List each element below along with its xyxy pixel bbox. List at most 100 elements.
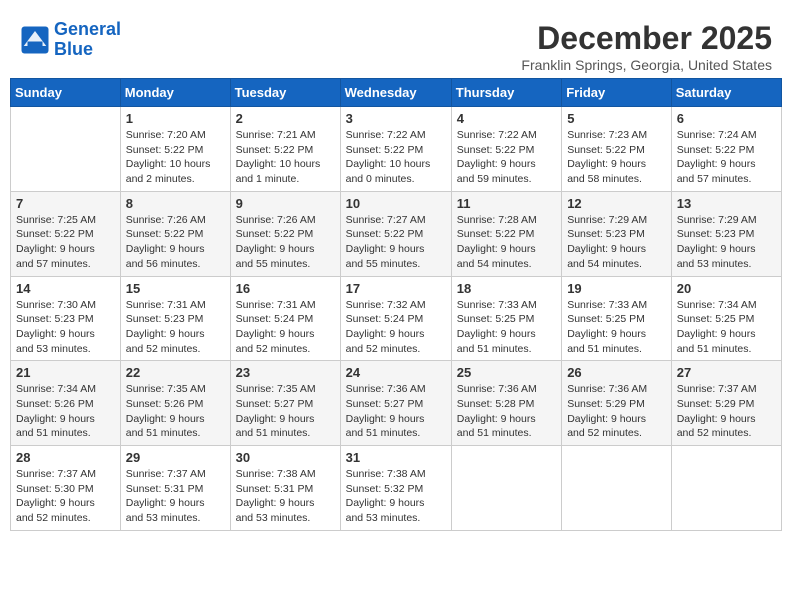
col-header-saturday: Saturday <box>671 79 781 107</box>
day-info: Sunrise: 7:27 AM Sunset: 5:22 PM Dayligh… <box>346 213 446 272</box>
day-cell: 16 Sunrise: 7:31 AM Sunset: 5:24 PM Dayli… <box>230 276 340 361</box>
day-number: 21 <box>16 365 115 380</box>
day-cell: 31 Sunrise: 7:38 AM Sunset: 5:32 PM Dayli… <box>340 446 451 531</box>
day-number: 6 <box>677 111 776 126</box>
title-block: December 2025 Franklin Springs, Georgia,… <box>521 20 772 73</box>
day-cell: 24Sunrise: 7:36 AM Sunset: 5:27 PM Dayli… <box>340 361 451 446</box>
day-number: 16 <box>236 281 335 296</box>
day-number: 4 <box>457 111 556 126</box>
day-info: Sunrise: 7:36 AM Sunset: 5:27 PM Dayligh… <box>346 382 446 441</box>
day-info: Sunrise: 7:38 AM Sunset: 5:32 PM Dayligh… <box>346 467 446 526</box>
day-number: 23 <box>236 365 335 380</box>
day-number: 29 <box>126 450 225 465</box>
day-info: Sunrise: 7:21 AM Sunset: 5:22 PM Dayligh… <box>236 128 335 187</box>
day-cell: 27 Sunrise: 7:37 AM Sunset: 5:29 PM Dayli… <box>671 361 781 446</box>
day-number: 31 <box>346 450 446 465</box>
day-cell: 5 Sunrise: 7:23 AM Sunset: 5:22 PM Daylig… <box>562 107 672 192</box>
day-info: Sunrise: 7:20 AM Sunset: 5:22 PM Dayligh… <box>126 128 225 187</box>
day-info: Sunrise: 7:37 AM Sunset: 5:30 PM Dayligh… <box>16 467 115 526</box>
week-row-5: 28Sunrise: 7:37 AM Sunset: 5:30 PM Dayli… <box>11 446 782 531</box>
calendar-table: SundayMondayTuesdayWednesdayThursdayFrid… <box>10 78 782 531</box>
day-cell: 23Sunrise: 7:35 AM Sunset: 5:27 PM Dayli… <box>230 361 340 446</box>
col-header-sunday: Sunday <box>11 79 121 107</box>
day-number: 2 <box>236 111 335 126</box>
day-cell: 11Sunrise: 7:28 AM Sunset: 5:22 PM Dayli… <box>451 191 561 276</box>
day-cell: 19Sunrise: 7:33 AM Sunset: 5:25 PM Dayli… <box>562 276 672 361</box>
week-row-4: 21 Sunrise: 7:34 AM Sunset: 5:26 PM Dayli… <box>11 361 782 446</box>
day-info: Sunrise: 7:32 AM Sunset: 5:24 PM Dayligh… <box>346 298 446 357</box>
day-cell: 25 Sunrise: 7:36 AM Sunset: 5:28 PM Dayli… <box>451 361 561 446</box>
day-cell: 2 Sunrise: 7:21 AM Sunset: 5:22 PM Daylig… <box>230 107 340 192</box>
day-info: Sunrise: 7:34 AM Sunset: 5:26 PM Dayligh… <box>16 382 115 441</box>
logo-text: General Blue <box>54 20 121 60</box>
day-info: Sunrise: 7:36 AM Sunset: 5:29 PM Dayligh… <box>567 382 666 441</box>
day-cell: 22Sunrise: 7:35 AM Sunset: 5:26 PM Dayli… <box>120 361 230 446</box>
col-header-tuesday: Tuesday <box>230 79 340 107</box>
day-cell: 13 Sunrise: 7:29 AM Sunset: 5:23 PM Dayli… <box>671 191 781 276</box>
day-info: Sunrise: 7:22 AM Sunset: 5:22 PM Dayligh… <box>457 128 556 187</box>
week-row-2: 7 Sunrise: 7:25 AM Sunset: 5:22 PM Daylig… <box>11 191 782 276</box>
day-cell: 10 Sunrise: 7:27 AM Sunset: 5:22 PM Dayli… <box>340 191 451 276</box>
day-cell: 18 Sunrise: 7:33 AM Sunset: 5:25 PM Dayli… <box>451 276 561 361</box>
day-cell: 26 Sunrise: 7:36 AM Sunset: 5:29 PM Dayli… <box>562 361 672 446</box>
day-cell <box>11 107 121 192</box>
day-number: 12 <box>567 196 666 211</box>
day-number: 13 <box>677 196 776 211</box>
day-number: 15 <box>126 281 225 296</box>
day-cell <box>671 446 781 531</box>
day-cell: 15Sunrise: 7:31 AM Sunset: 5:23 PM Dayli… <box>120 276 230 361</box>
day-number: 1 <box>126 111 225 126</box>
day-info: Sunrise: 7:25 AM Sunset: 5:22 PM Dayligh… <box>16 213 115 272</box>
col-header-wednesday: Wednesday <box>340 79 451 107</box>
day-info: Sunrise: 7:23 AM Sunset: 5:22 PM Dayligh… <box>567 128 666 187</box>
day-number: 14 <box>16 281 115 296</box>
day-cell <box>451 446 561 531</box>
week-row-3: 14 Sunrise: 7:30 AM Sunset: 5:23 PM Dayli… <box>11 276 782 361</box>
col-header-thursday: Thursday <box>451 79 561 107</box>
day-info: Sunrise: 7:24 AM Sunset: 5:22 PM Dayligh… <box>677 128 776 187</box>
logo-blue: Blue <box>54 39 93 59</box>
day-info: Sunrise: 7:36 AM Sunset: 5:28 PM Dayligh… <box>457 382 556 441</box>
month-title: December 2025 <box>521 20 772 57</box>
day-cell <box>562 446 672 531</box>
day-cell: 20Sunrise: 7:34 AM Sunset: 5:25 PM Dayli… <box>671 276 781 361</box>
logo-icon <box>20 25 50 55</box>
day-number: 11 <box>457 196 556 211</box>
day-cell: 8Sunrise: 7:26 AM Sunset: 5:22 PM Daylig… <box>120 191 230 276</box>
day-cell: 1 Sunrise: 7:20 AM Sunset: 5:22 PM Daylig… <box>120 107 230 192</box>
header: General Blue December 2025 Franklin Spri… <box>10 10 782 78</box>
day-info: Sunrise: 7:33 AM Sunset: 5:25 PM Dayligh… <box>567 298 666 357</box>
day-cell: 3Sunrise: 7:22 AM Sunset: 5:22 PM Daylig… <box>340 107 451 192</box>
day-number: 5 <box>567 111 666 126</box>
col-header-monday: Monday <box>120 79 230 107</box>
day-number: 3 <box>346 111 446 126</box>
day-number: 10 <box>346 196 446 211</box>
day-info: Sunrise: 7:30 AM Sunset: 5:23 PM Dayligh… <box>16 298 115 357</box>
day-number: 18 <box>457 281 556 296</box>
day-number: 8 <box>126 196 225 211</box>
logo: General Blue <box>20 20 121 60</box>
day-number: 17 <box>346 281 446 296</box>
day-cell: 12 Sunrise: 7:29 AM Sunset: 5:23 PM Dayli… <box>562 191 672 276</box>
day-cell: 14 Sunrise: 7:30 AM Sunset: 5:23 PM Dayli… <box>11 276 121 361</box>
day-number: 7 <box>16 196 115 211</box>
day-info: Sunrise: 7:37 AM Sunset: 5:31 PM Dayligh… <box>126 467 225 526</box>
col-header-friday: Friday <box>562 79 672 107</box>
day-number: 20 <box>677 281 776 296</box>
day-cell: 6 Sunrise: 7:24 AM Sunset: 5:22 PM Daylig… <box>671 107 781 192</box>
day-number: 27 <box>677 365 776 380</box>
day-number: 26 <box>567 365 666 380</box>
day-info: Sunrise: 7:38 AM Sunset: 5:31 PM Dayligh… <box>236 467 335 526</box>
location-title: Franklin Springs, Georgia, United States <box>521 57 772 73</box>
logo-general: General <box>54 19 121 39</box>
day-info: Sunrise: 7:29 AM Sunset: 5:23 PM Dayligh… <box>677 213 776 272</box>
day-info: Sunrise: 7:29 AM Sunset: 5:23 PM Dayligh… <box>567 213 666 272</box>
day-cell: 9Sunrise: 7:26 AM Sunset: 5:22 PM Daylig… <box>230 191 340 276</box>
day-info: Sunrise: 7:33 AM Sunset: 5:25 PM Dayligh… <box>457 298 556 357</box>
day-cell: 21 Sunrise: 7:34 AM Sunset: 5:26 PM Dayli… <box>11 361 121 446</box>
day-info: Sunrise: 7:31 AM Sunset: 5:24 PM Dayligh… <box>236 298 335 357</box>
day-cell: 17 Sunrise: 7:32 AM Sunset: 5:24 PM Dayli… <box>340 276 451 361</box>
day-number: 25 <box>457 365 556 380</box>
day-info: Sunrise: 7:37 AM Sunset: 5:29 PM Dayligh… <box>677 382 776 441</box>
day-cell: 28Sunrise: 7:37 AM Sunset: 5:30 PM Dayli… <box>11 446 121 531</box>
